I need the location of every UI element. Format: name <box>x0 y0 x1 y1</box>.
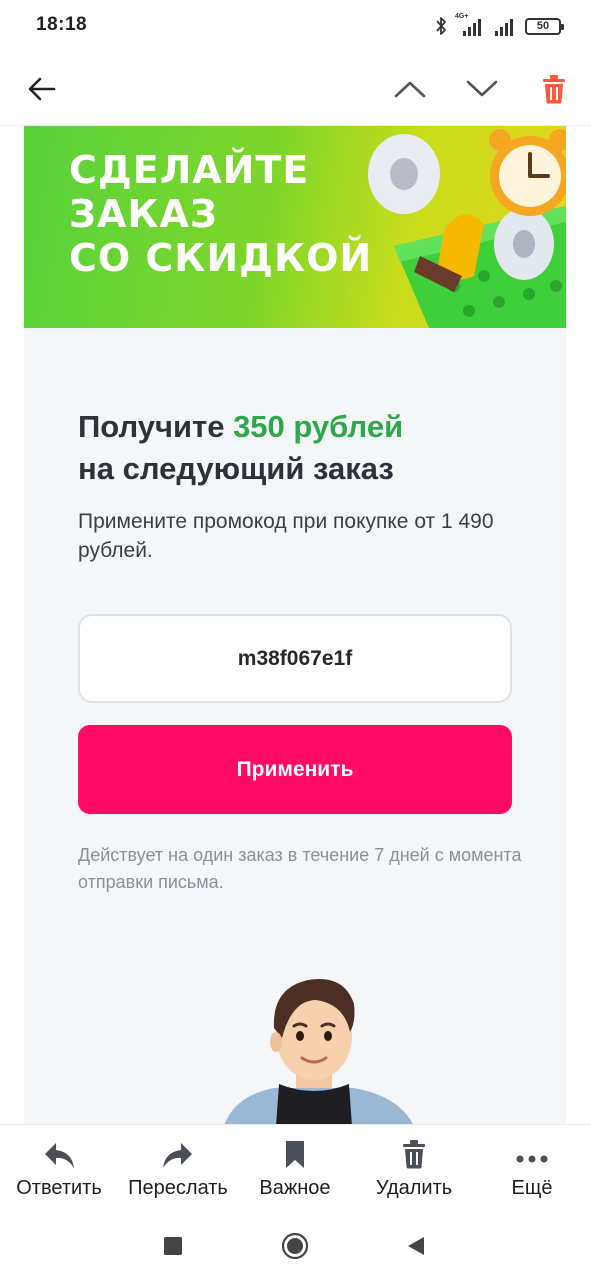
back-triangle-icon <box>408 1237 424 1255</box>
banner-title: СДЕЛАЙТЕ ЗАКАЗ СО СКИДКОЙ <box>69 148 372 280</box>
system-back-button[interactable] <box>396 1226 436 1266</box>
home-button[interactable] <box>275 1226 315 1266</box>
battery-icon: 50 <box>525 17 564 35</box>
banner-line-1: СДЕЛАЙТЕ <box>69 148 310 192</box>
forward-label: Переслать <box>128 1177 228 1199</box>
apply-button[interactable]: Применить <box>78 725 512 814</box>
promo-banner[interactable]: СДЕЛАЙТЕ ЗАКАЗ СО СКИДКОЙ <box>24 126 566 328</box>
reply-button[interactable]: Ответить <box>8 1125 110 1211</box>
delete-button[interactable] <box>527 62 581 116</box>
banner-line-3: СО СКИДКОЙ <box>69 236 373 280</box>
bluetooth-icon <box>436 17 446 35</box>
promo-code-field[interactable]: m38f067e1f <box>78 614 512 703</box>
status-icons: 4G+ 50 <box>435 13 564 38</box>
signal-4g-icon: 4G+ <box>455 13 485 37</box>
delete-label: Удалить <box>375 1177 453 1199</box>
promo-subtext: Примените промокод при покупке от 1 490 … <box>78 510 494 562</box>
status-time: 18:18 <box>36 14 88 35</box>
recents-button[interactable] <box>153 1226 193 1266</box>
forward-icon <box>163 1143 192 1168</box>
trash-icon <box>543 75 565 104</box>
important-label: Важное <box>259 1177 331 1199</box>
system-nav-bar <box>0 1210 591 1280</box>
signal-icon <box>495 19 513 36</box>
battery-level: 50 <box>536 20 550 32</box>
trash-icon <box>403 1140 425 1169</box>
more-button[interactable]: Ещё <box>496 1125 568 1211</box>
headline-line-2: на следующий заказ <box>78 451 394 486</box>
next-message-button[interactable] <box>455 62 509 116</box>
status-bar: 18:18 4G+ 50 <box>0 0 591 52</box>
email-body: СДЕЛАЙТЕ ЗАКАЗ СО СКИДКОЙ Получите 350 р… <box>24 126 566 1124</box>
headline-line-1: Получите 350 рублей <box>78 406 403 448</box>
reply-label: Ответить <box>16 1177 102 1199</box>
delete-action-button[interactable]: Удалить <box>366 1125 462 1211</box>
shopping-basket-illustration <box>368 129 566 328</box>
reply-icon <box>45 1143 74 1168</box>
person-illustration <box>224 979 413 1124</box>
home-circle-icon <box>281 1232 309 1260</box>
bookmark-icon <box>286 1141 304 1168</box>
chevron-down-icon <box>466 80 498 97</box>
recents-square-icon <box>164 1237 182 1255</box>
back-arrow-icon <box>28 77 56 101</box>
validity-note: Действует на один заказ в течение 7 дней… <box>78 845 522 892</box>
email-content[interactable]: СДЕЛАЙТЕ ЗАКАЗ СО СКИДКОЙ Получите 350 р… <box>0 126 591 1124</box>
chevron-up-icon <box>394 81 426 98</box>
back-button[interactable] <box>15 62 69 116</box>
important-button[interactable]: Важное <box>250 1125 340 1211</box>
more-label: Ещё <box>511 1177 553 1199</box>
promo-headline: Получите 350 рублей на следующий заказ <box>78 406 403 490</box>
banner-line-2: ЗАКАЗ <box>69 192 218 236</box>
headline-prefix: Получите <box>78 409 234 444</box>
previous-message-button[interactable] <box>383 62 437 116</box>
action-bar: Ответить Переслать Важное Удалить Ещё <box>0 1124 591 1210</box>
forward-button[interactable]: Переслать <box>122 1125 234 1211</box>
more-dots-icon <box>516 1155 548 1163</box>
app-toolbar <box>0 52 591 126</box>
headline-amount: 350 рублей <box>233 409 404 444</box>
